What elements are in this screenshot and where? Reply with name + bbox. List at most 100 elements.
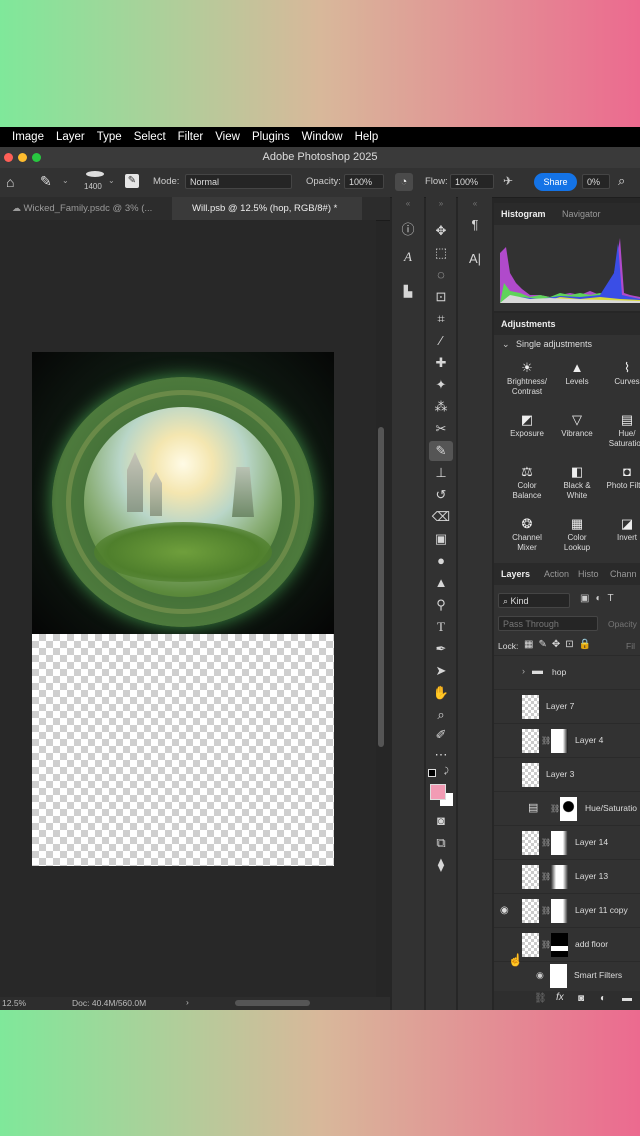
- gradient-tool-icon[interactable]: ▣: [431, 531, 451, 547]
- glyphs-icon[interactable]: A: [398, 249, 418, 265]
- layer-row-layer-3[interactable]: Layer 3: [494, 757, 640, 792]
- layer-row-layer-13[interactable]: ⛓ Layer 13: [494, 859, 640, 894]
- layer-mask-thumbnail[interactable]: [551, 933, 568, 957]
- share-for-review-icon[interactable]: ⧫: [431, 857, 451, 873]
- canvas-area[interactable]: [0, 220, 376, 997]
- new-group-icon[interactable]: ▬: [622, 993, 632, 1004]
- layer-filter-icons[interactable]: ▣◐T: [580, 593, 620, 604]
- layer-row-hue-saturation[interactable]: ▤ ⛓ Hue/Saturatio: [494, 791, 640, 826]
- mode-select[interactable]: Normal: [185, 174, 292, 189]
- menu-layer[interactable]: Layer: [56, 131, 85, 143]
- history-brush-tool-icon[interactable]: ↺: [431, 487, 451, 503]
- adj-color-balance[interactable]: ⚖ Color Balance: [504, 465, 550, 501]
- more-tools-icon[interactable]: ⋯: [431, 747, 451, 763]
- menu-type[interactable]: Type: [97, 131, 122, 143]
- menu-window[interactable]: Window: [302, 131, 343, 143]
- tab-will-psb[interactable]: Will.psb @ 12.5% (hop, RGB/8#) *: [172, 197, 362, 220]
- layer-mask-thumbnail[interactable]: [551, 729, 568, 753]
- adj-color-lookup[interactable]: ▦ Color Lookup: [554, 517, 600, 553]
- brush-settings-icon[interactable]: ✎: [125, 174, 139, 188]
- lock-icons[interactable]: ▦✎✥⊡🔒: [524, 639, 596, 650]
- link-icon[interactable]: ⛓: [541, 736, 551, 745]
- layer-row-layer-14[interactable]: ⛓ Layer 14: [494, 825, 640, 860]
- link-icon[interactable]: ⛓: [550, 804, 560, 813]
- pressure-opacity-icon[interactable]: ◔: [395, 173, 413, 191]
- eye-icon[interactable]: ◉: [536, 970, 544, 981]
- pen-tool-icon[interactable]: ✒: [431, 641, 451, 657]
- chevron-right-icon[interactable]: ›: [522, 666, 525, 676]
- add-mask-icon[interactable]: ◙: [578, 993, 584, 1004]
- menu-select[interactable]: Select: [134, 131, 166, 143]
- adj-brightness-contrast[interactable]: ☀ Brightness/ Contrast: [504, 361, 550, 397]
- opacity-field[interactable]: 100%: [344, 174, 384, 189]
- tab-navigator[interactable]: Navigator: [562, 209, 601, 219]
- crop-tool-icon[interactable]: ⌗: [431, 311, 451, 327]
- edit-toolbar-icon[interactable]: ✐: [431, 727, 451, 743]
- eyedropper-tool-icon[interactable]: ⁄: [431, 333, 451, 348]
- link-icon[interactable]: ⛓: [541, 838, 551, 847]
- lasso-tool-icon[interactable]: ◌: [431, 267, 451, 282]
- screen-mode-icon[interactable]: ⧉: [431, 835, 451, 851]
- collapse-icon[interactable]: «: [398, 199, 418, 208]
- tab-channels[interactable]: Chann: [610, 569, 637, 579]
- status-arrow-icon[interactable]: ›: [186, 997, 189, 1007]
- libraries-icon[interactable]: ▙: [398, 285, 418, 298]
- adj-levels[interactable]: ▲ Levels: [554, 361, 600, 387]
- horizontal-scrollbar[interactable]: [235, 1000, 310, 1006]
- chevron-down-icon[interactable]: ⌄: [62, 176, 69, 185]
- adj-exposure[interactable]: ◩ Exposure: [504, 413, 550, 439]
- adj-vibrance[interactable]: ▽ Vibrance: [554, 413, 600, 439]
- path-select-tool-icon[interactable]: ➤: [431, 663, 451, 679]
- layer-row-hop[interactable]: › ▬ hop: [494, 655, 640, 690]
- layer-row-layer-11-copy[interactable]: ◉ ⛓ Layer 11 copy: [494, 893, 640, 928]
- type-tool-icon[interactable]: T: [431, 619, 451, 635]
- link-icon[interactable]: ⛓: [541, 872, 551, 881]
- chevron-down-icon[interactable]: ⌄: [108, 176, 115, 185]
- layer-mask-thumbnail[interactable]: [560, 797, 577, 821]
- fill-label[interactable]: Fil: [626, 641, 635, 651]
- new-adjustment-icon[interactable]: ◐: [600, 993, 606, 1004]
- fx-icon[interactable]: fx: [556, 992, 564, 1003]
- link-layers-icon[interactable]: ⛓: [534, 993, 547, 1004]
- search-icon[interactable]: ⌕: [618, 173, 625, 189]
- generative-tool-icon[interactable]: ⁂: [431, 399, 451, 415]
- link-icon[interactable]: ⛓: [541, 906, 551, 915]
- tab-wicked-family[interactable]: ☁ Wicked_Family.psdc @ 3% (...: [0, 197, 172, 220]
- menu-image[interactable]: Image: [12, 131, 44, 143]
- vertical-scrollbar[interactable]: [378, 427, 384, 747]
- zoom-tool-icon[interactable]: ⌕: [431, 707, 451, 723]
- character-icon[interactable]: A|: [465, 251, 485, 266]
- filter-mask-thumbnail[interactable]: [550, 964, 567, 988]
- tab-histogram[interactable]: Histogram: [501, 209, 546, 219]
- paragraph-icon[interactable]: ¶: [465, 217, 485, 232]
- home-icon[interactable]: ⌂: [6, 174, 14, 190]
- tab-history[interactable]: Histo: [578, 569, 599, 579]
- layer-mask-thumbnail[interactable]: [551, 831, 568, 855]
- default-colors-icon[interactable]: [428, 769, 436, 777]
- chevron-down-icon[interactable]: ⌄: [502, 339, 510, 350]
- info-icon[interactable]: ⓘ: [398, 219, 418, 238]
- flow-field[interactable]: 100%: [450, 174, 494, 189]
- marquee-tool-icon[interactable]: ⬚: [431, 245, 451, 261]
- layer-mask-thumbnail[interactable]: [551, 865, 568, 889]
- eye-icon[interactable]: ◉: [500, 905, 512, 916]
- brush-tool-icon[interactable]: ✎: [429, 441, 453, 461]
- tab-actions[interactable]: Action: [544, 569, 569, 579]
- quick-mask-icon[interactable]: ◙: [431, 813, 451, 828]
- layer-mask-thumbnail[interactable]: [551, 899, 568, 923]
- filter-kind-select[interactable]: ⌕ Kind: [498, 593, 570, 608]
- layer-row-layer-7[interactable]: Layer 7: [494, 689, 640, 724]
- adj-hue-saturation[interactable]: ▤Hue/ Saturation: [604, 413, 640, 449]
- hand-tool-icon[interactable]: ✋: [431, 685, 451, 701]
- menu-help[interactable]: Help: [355, 131, 379, 143]
- object-select-tool-icon[interactable]: ⊡: [431, 289, 451, 305]
- menu-view[interactable]: View: [215, 131, 240, 143]
- layer-row-layer-4[interactable]: ⛓ Layer 4: [494, 723, 640, 758]
- link-icon[interactable]: ⛓: [541, 940, 551, 949]
- remove-tool-icon[interactable]: ✂: [431, 421, 451, 437]
- adj-black-white[interactable]: ◧ Black & White: [554, 465, 600, 501]
- blur-tool-icon[interactable]: ●: [431, 553, 451, 568]
- menu-plugins[interactable]: Plugins: [252, 131, 290, 143]
- opacity-label[interactable]: Opacity: [608, 619, 637, 629]
- adj-channel-mixer[interactable]: ❂ Channel Mixer: [504, 517, 550, 553]
